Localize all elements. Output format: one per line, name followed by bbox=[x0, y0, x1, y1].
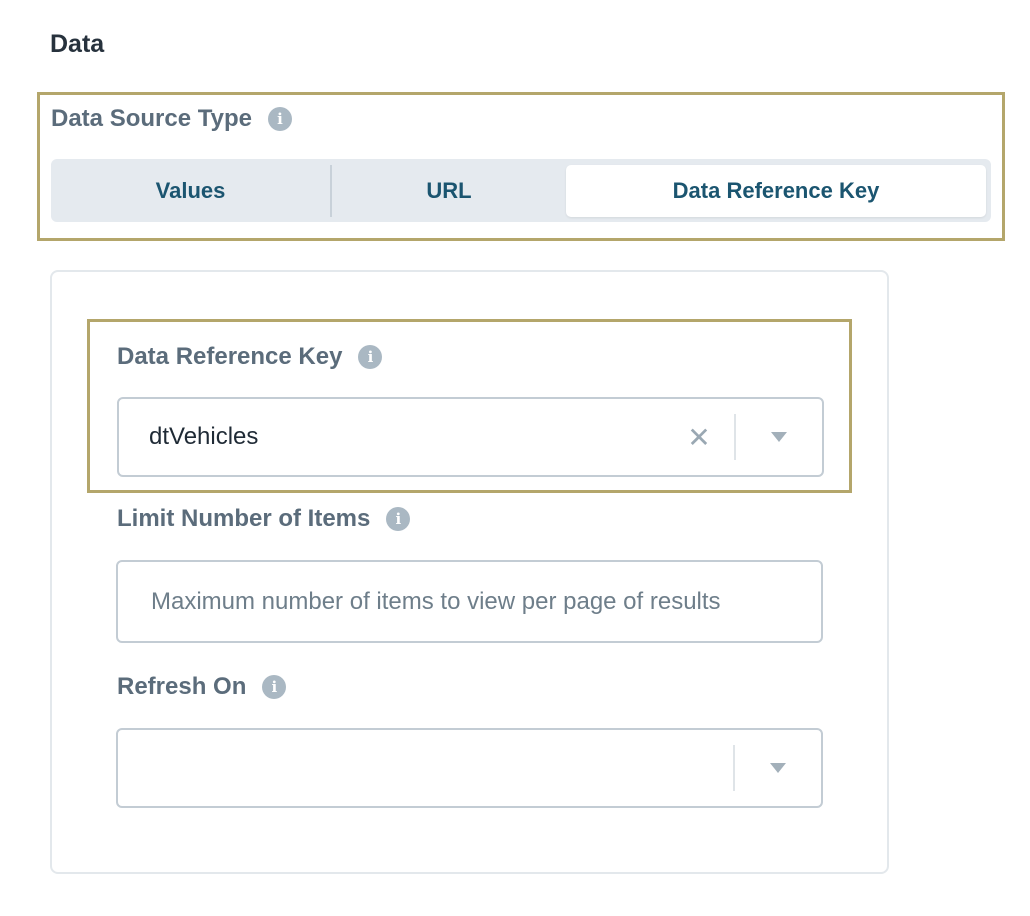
data-reference-key-label-row: Data Reference Key i bbox=[117, 343, 383, 371]
segment-url[interactable]: URL bbox=[332, 159, 566, 222]
limit-items-label: Limit Number of Items bbox=[117, 505, 371, 532]
chevron-down-icon bbox=[771, 432, 787, 442]
data-source-type-label-row: Data Source Type i bbox=[51, 105, 292, 133]
info-icon[interactable]: i bbox=[262, 675, 287, 699]
data-settings-panel: Data Data Source Type i Values URL Data … bbox=[0, 0, 1030, 916]
dropdown-toggle[interactable] bbox=[735, 730, 821, 806]
data-source-type-toggle: Values URL Data Reference Key bbox=[51, 159, 991, 222]
data-source-type-group: Data Source Type i Values URL Data Refer… bbox=[37, 92, 1005, 241]
data-source-type-label: Data Source Type bbox=[51, 105, 252, 132]
data-reference-key-group: Data Reference Key i dtVehicles ✕ bbox=[87, 319, 852, 493]
limit-items-field bbox=[116, 560, 823, 643]
info-icon[interactable]: i bbox=[267, 107, 292, 131]
segment-values[interactable]: Values bbox=[51, 159, 330, 222]
limit-items-input[interactable] bbox=[118, 562, 821, 641]
info-icon[interactable]: i bbox=[386, 507, 411, 531]
segment-data-reference-key[interactable]: Data Reference Key bbox=[566, 164, 986, 217]
refresh-on-label: Refresh On bbox=[117, 673, 247, 700]
data-reference-key-select[interactable]: dtVehicles ✕ bbox=[117, 397, 824, 477]
close-icon[interactable]: ✕ bbox=[664, 399, 734, 475]
data-reference-key-label: Data Reference Key bbox=[117, 343, 343, 370]
dropdown-toggle[interactable] bbox=[736, 399, 822, 475]
refresh-on-label-row: Refresh On i bbox=[117, 673, 287, 701]
info-icon[interactable]: i bbox=[358, 345, 383, 369]
chevron-down-icon bbox=[770, 763, 786, 773]
refresh-on-select[interactable] bbox=[116, 728, 823, 808]
limit-items-label-row: Limit Number of Items i bbox=[117, 505, 411, 533]
data-reference-key-value: dtVehicles bbox=[149, 423, 259, 450]
section-title: Data bbox=[50, 30, 105, 58]
